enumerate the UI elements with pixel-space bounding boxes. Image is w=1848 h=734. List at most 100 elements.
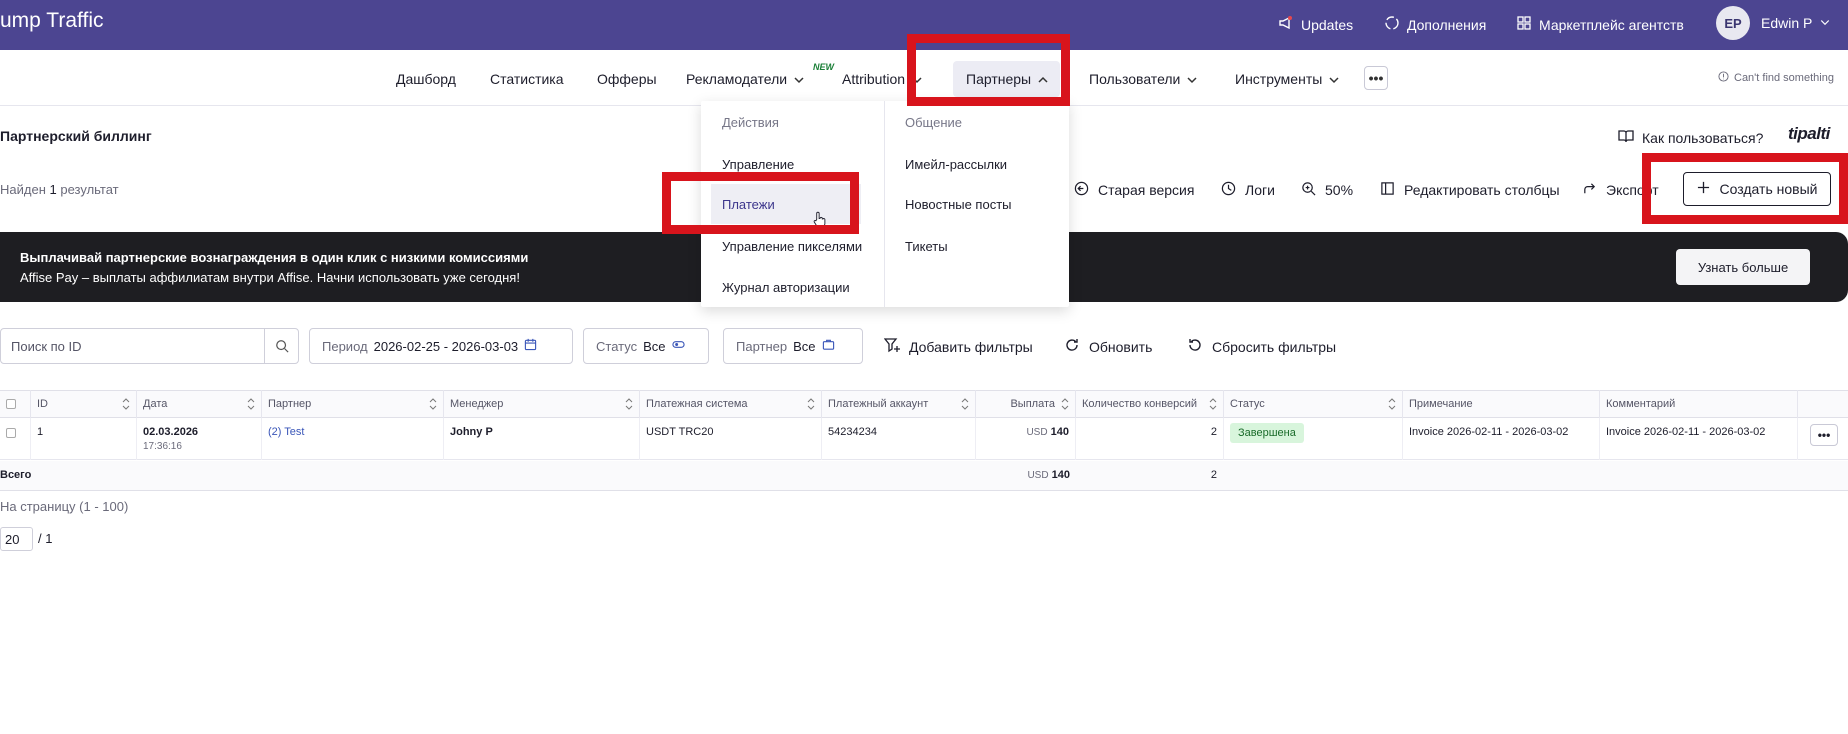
found-count: 1 (49, 182, 57, 197)
tipalti-logo[interactable]: tipalti (1788, 124, 1830, 144)
select-all-checkbox[interactable] (6, 399, 16, 409)
sort-icon (1388, 398, 1396, 410)
cell-date-day: 02.03.2026 (143, 426, 199, 438)
menu-item-news[interactable]: Новостные посты (905, 197, 1012, 212)
add-filters-button[interactable]: Добавить фильтры (883, 337, 1033, 356)
new-badge: NEW (813, 62, 834, 72)
learn-more-button[interactable]: Узнать больше (1676, 249, 1810, 285)
th-date[interactable]: Дата (136, 390, 261, 418)
th-payment-account-label: Платежный аккаунт (828, 398, 929, 410)
row-actions-button[interactable]: ••• (1810, 424, 1838, 446)
nav-dashboard-label: Дашборд (396, 71, 456, 87)
clock-icon (1221, 181, 1236, 199)
sort-icon (122, 398, 130, 410)
updates-link[interactable]: Updates (1278, 15, 1353, 34)
nav-dashboard[interactable]: Дашборд (396, 71, 456, 87)
page-size-input[interactable]: 20 (0, 527, 33, 551)
how-to-use-label: Как пользоваться? (1642, 129, 1764, 146)
addons-label: Дополнения (1407, 16, 1487, 33)
sort-icon (429, 398, 437, 410)
th-actions (1797, 390, 1848, 418)
th-payment-account[interactable]: Платежный аккаунт (821, 390, 975, 418)
nav-users[interactable]: Пользователи (1089, 71, 1198, 87)
nav-tools[interactable]: Инструменты (1235, 71, 1340, 87)
th-note[interactable]: Примечание (1402, 390, 1599, 418)
nav-more-button[interactable]: ••• (1364, 66, 1388, 90)
total-payout-value: 140 (1051, 469, 1070, 481)
user-name: Edwin P (1761, 15, 1813, 31)
nav-users-label: Пользователи (1089, 71, 1181, 87)
highlight-box-partners (907, 34, 1070, 106)
row-select[interactable] (0, 418, 30, 460)
results-count: Найден 1 результат (0, 182, 119, 197)
row-checkbox[interactable] (6, 428, 16, 438)
zoom-label: 50% (1325, 182, 1354, 198)
user-menu[interactable]: Edwin P (1761, 15, 1831, 31)
status-filter[interactable]: Статус Все (583, 328, 709, 364)
found-prefix: Найден (0, 182, 46, 197)
banner-title: Выплачивай партнерские вознаграждения в … (20, 250, 529, 265)
th-partner[interactable]: Партнер (261, 390, 443, 418)
reset-filters-label: Сбросить фильтры (1212, 338, 1337, 355)
menu-item-email[interactable]: Имейл-рассылки (905, 157, 1007, 172)
edit-columns-label: Редактировать столбцы (1404, 182, 1560, 198)
search-icon[interactable] (264, 329, 298, 363)
menu-item-tickets[interactable]: Тикеты (905, 239, 948, 254)
th-id[interactable]: ID (30, 390, 136, 418)
avatar[interactable]: EP (1716, 6, 1750, 40)
search-input[interactable] (1, 329, 264, 363)
search-field (0, 328, 299, 364)
old-version-button[interactable]: Старая версия (1074, 181, 1194, 199)
chevron-down-icon (1186, 73, 1198, 85)
cell-comment: Invoice 2026-02-11 - 2026-03-02 (1599, 418, 1797, 460)
menu-item-management[interactable]: Управление (722, 157, 794, 172)
partner-link[interactable]: (2) Test (268, 426, 304, 438)
th-comment[interactable]: Комментарий (1599, 390, 1797, 418)
marketplace-link[interactable]: Маркетплейс агентств (1516, 15, 1684, 34)
th-id-label: ID (37, 398, 48, 410)
highlight-box-payments (662, 172, 859, 234)
cell-id: 1 (30, 418, 136, 460)
cant-find-link[interactable]: Can't find something (1718, 71, 1834, 85)
cell-status: Завершена (1223, 418, 1402, 460)
cell-payment-system: USDT TRC20 (639, 418, 821, 460)
refresh-button[interactable]: Обновить (1064, 337, 1152, 356)
brand-name[interactable]: ump Traffic (0, 9, 103, 33)
nav-attribution-label: Attribution (842, 71, 906, 87)
th-manager[interactable]: Менеджер (443, 390, 639, 418)
menu-item-auth-log[interactable]: Журнал авторизации (722, 280, 850, 295)
puzzle-icon (1384, 15, 1400, 34)
reset-filters-button[interactable]: Сбросить фильтры (1187, 337, 1336, 356)
page-title: Партнерский биллинг (0, 128, 152, 144)
cell-manager: Johny P (443, 418, 639, 460)
total-payout-currency: USD (1027, 470, 1049, 481)
sort-icon (625, 398, 633, 410)
how-to-use-link[interactable]: Как пользоваться? (1618, 128, 1763, 147)
th-status[interactable]: Статус (1223, 390, 1402, 418)
edit-columns-button[interactable]: Редактировать столбцы (1380, 181, 1560, 199)
th-payout-label: Выплата (1010, 398, 1055, 410)
banner-subtitle: Affise Pay – выплаты аффилиатам внутри A… (20, 270, 520, 285)
sort-icon (247, 398, 255, 410)
logs-button[interactable]: Логи (1221, 181, 1275, 199)
calendar-icon (524, 338, 537, 354)
partner-filter[interactable]: Партнер Все (723, 328, 863, 364)
reset-icon (1187, 337, 1203, 356)
th-comment-label: Комментарий (1606, 398, 1676, 410)
period-filter[interactable]: Период 2026-02-25 - 2026-03-03 (309, 328, 573, 364)
select-all-header[interactable] (0, 390, 30, 418)
nav-statistics[interactable]: Статистика (490, 71, 564, 87)
addons-link[interactable]: Дополнения (1384, 15, 1486, 34)
cell-payout-currency: USD (1026, 427, 1048, 438)
nav-advertisers[interactable]: Рекламодатели (686, 71, 805, 87)
add-filters-label: Добавить фильтры (909, 338, 1033, 355)
found-suffix: результат (60, 182, 119, 197)
nav-offers[interactable]: Офферы (597, 71, 657, 87)
zoom-button[interactable]: 50% (1301, 181, 1353, 199)
th-payment-system[interactable]: Платежная система (639, 390, 821, 418)
menu-item-pixels[interactable]: Управление пикселями (722, 239, 862, 254)
th-conversions[interactable]: Количество конверсий (1075, 390, 1223, 418)
th-conversions-label: Количество конверсий (1082, 398, 1198, 410)
refresh-icon (1064, 337, 1080, 356)
th-payout[interactable]: Выплата (975, 390, 1075, 418)
